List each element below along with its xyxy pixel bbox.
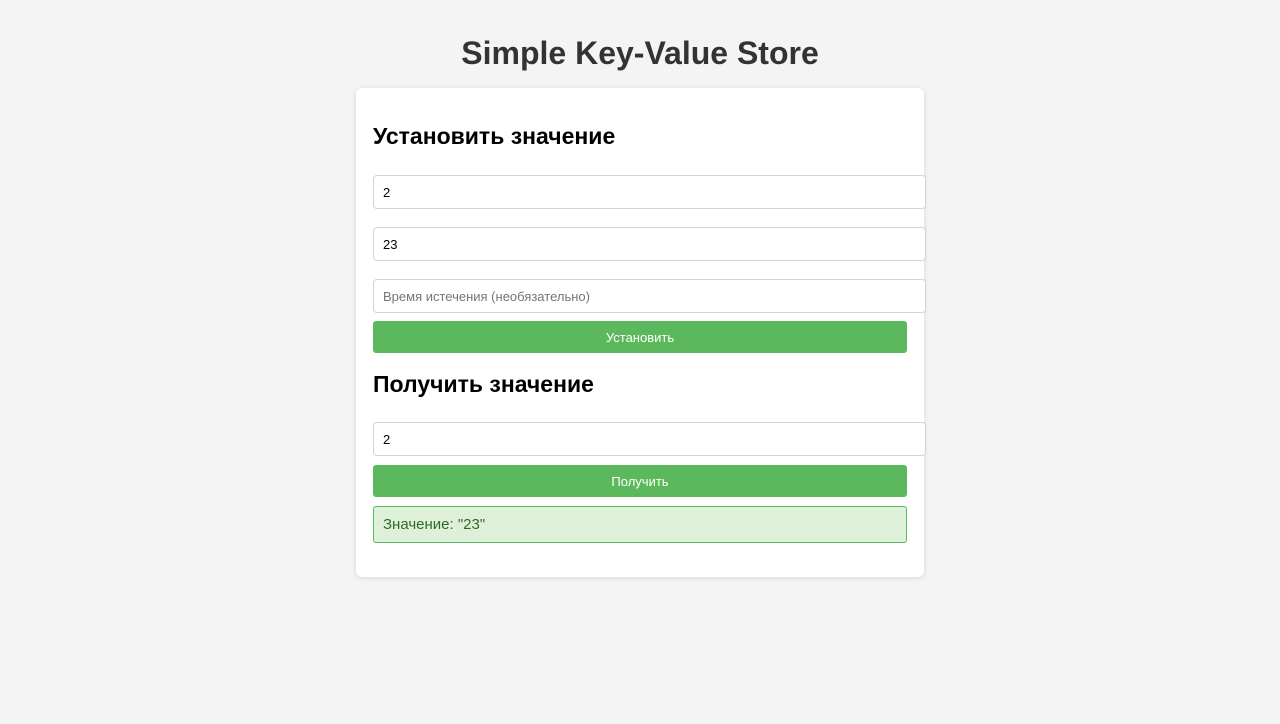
set-button[interactable]: Установить [373, 321, 907, 353]
page-title: Simple Key-Value Store [461, 35, 819, 71]
get-section-heading: Получить значение [373, 371, 594, 397]
get-button[interactable]: Получить [373, 465, 907, 497]
main-card: Установить значение Установить Получить … [356, 88, 926, 577]
set-section-heading: Установить значение [373, 123, 616, 149]
result-message: Значение: "23" [373, 506, 907, 543]
get-key-input[interactable] [373, 422, 926, 456]
set-key-input[interactable] [373, 175, 926, 209]
set-value-input[interactable] [373, 227, 926, 261]
ttl-input[interactable] [373, 279, 926, 313]
